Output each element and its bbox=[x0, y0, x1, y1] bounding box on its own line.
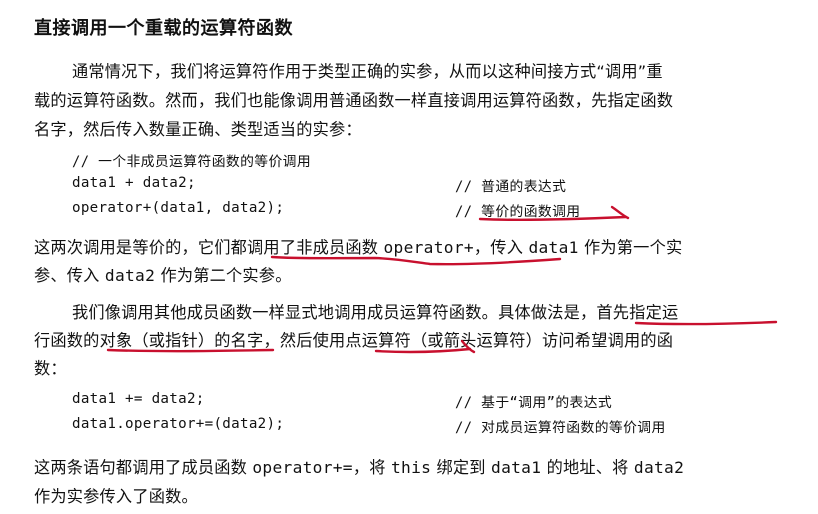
paragraph-3-line-2: 行函数的对象（或指针）的名字，然后使用点运算符（或箭头运算符）访问希望调用的函 bbox=[34, 327, 673, 351]
paragraph-1-line-3: 名字，然后传入数量正确、类型适当的实参： bbox=[34, 120, 362, 139]
paragraph-3-line-1: 我们像调用其他成员函数一样显式地调用成员运算符函数。具体做法是，首先指定运 bbox=[72, 299, 678, 323]
text-run: ，然后使用 bbox=[263, 331, 346, 350]
book-page: 直接调用一个重载的运算符函数 通常情况下，我们将运算符作用于类型正确的实参，从而… bbox=[0, 0, 818, 514]
code-2-row-1-comment: // 基于“调用”的表达式 bbox=[455, 395, 613, 411]
code-inline: data2 bbox=[104, 266, 156, 285]
code-inline: this bbox=[390, 458, 432, 477]
code-1-row-1-comment: // 普通的表达式 bbox=[455, 179, 567, 195]
paragraph-4-line-2: 作为实参传入了函数。 bbox=[34, 487, 198, 506]
underline-mark bbox=[270, 255, 562, 266]
underlined-text: 调用了非成员函数 bbox=[247, 238, 384, 257]
underlined-text: 对象（或指针）的名字 bbox=[99, 331, 264, 350]
code-inline: operator+= bbox=[252, 458, 353, 477]
paragraph-3-line-3: 数： bbox=[34, 359, 67, 378]
code-1-row-2-comment: // 等价的函数调用 bbox=[455, 200, 581, 220]
text-run: 作为第二个实参。 bbox=[155, 266, 292, 285]
code-1-row-2: operator+(data1, data2); bbox=[72, 200, 285, 216]
text-run: 作为第一个实 bbox=[578, 238, 683, 257]
paragraph-2-line-2: 参、传入 data2 作为第二个实参。 bbox=[34, 262, 292, 286]
text-run: 行函数的 bbox=[34, 331, 100, 350]
underlined-text: 点运算符 bbox=[345, 331, 411, 350]
code-inline: data2 bbox=[633, 458, 685, 477]
section-heading: 直接调用一个重载的运算符函数 bbox=[34, 18, 293, 39]
text-run: ，传入 bbox=[473, 238, 529, 257]
comment-prefix: // bbox=[455, 204, 482, 220]
paragraph-4-line-1: 这两条语句都调用了成员函数 operator+=，将 this 绑定到 data… bbox=[34, 454, 684, 478]
text-run: 绑定到 bbox=[431, 458, 492, 477]
text-run: 的地址、将 bbox=[541, 458, 634, 477]
code-1-comment: // 一个非成员运算符函数的等价调用 bbox=[72, 154, 312, 170]
code-2-row-2: data1.operator+=(data2); bbox=[72, 416, 285, 432]
code-1-row-1: data1 + data2; bbox=[72, 175, 196, 191]
text-run: 参、传入 bbox=[34, 266, 105, 285]
paragraph-1-line-1: 通常情况下，我们将运算符作用于类型正确的实参，从而以这种间接方式“调用”重 bbox=[72, 62, 663, 81]
code-inline: data1 bbox=[528, 238, 579, 257]
text-run: （或箭头运算符）访问希望调用的函 bbox=[410, 331, 674, 350]
text-run: 这两次调用是等价的，它们都 bbox=[34, 238, 248, 257]
text-run: 我们像调用其他成员函数一样显式地调用成员运算符函数。具体做法是， bbox=[72, 303, 597, 322]
text-run: ，将 bbox=[352, 458, 391, 477]
marked-comment: 等价的函数调用 bbox=[481, 204, 581, 220]
code-inline: operator+ bbox=[383, 238, 474, 257]
paragraph-1-line-2: 载的运算符函数。然而，我们也能像调用普通函数一样直接调用运算符函数，先指定函数 bbox=[34, 91, 674, 110]
paragraph-2-line-1: 这两次调用是等价的，它们都调用了非成员函数 operator+，传入 data1… bbox=[34, 234, 682, 258]
text-run: 这两条语句都调用了成员函数 bbox=[34, 458, 253, 477]
underlined-text: 首先指定运 bbox=[596, 303, 679, 322]
code-2-row-2-comment: // 对成员运算符函数的等价调用 bbox=[455, 420, 666, 436]
code-2-row-1: data1 += data2; bbox=[72, 391, 205, 407]
underline-mark bbox=[610, 205, 630, 220]
code-inline: data1 bbox=[491, 458, 542, 477]
